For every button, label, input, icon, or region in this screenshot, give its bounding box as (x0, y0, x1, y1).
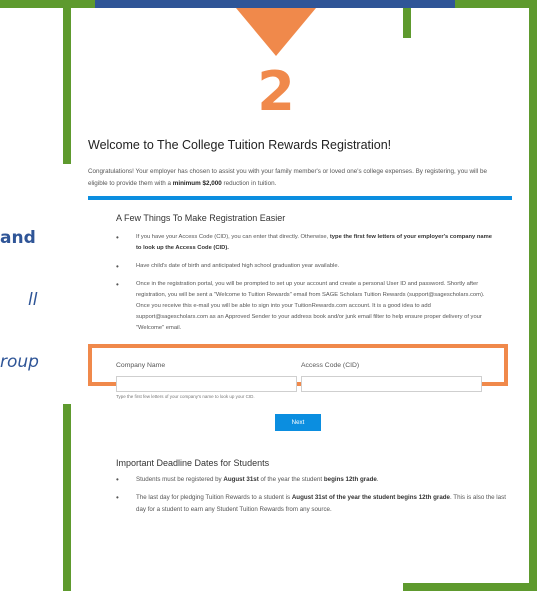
deadlines-heading: Important Deadline Dates for Students (116, 458, 270, 468)
list-item: The last day for pledging Tuition Reward… (116, 492, 508, 516)
side-text-group: roup (0, 352, 39, 372)
company-name-label: Company Name (116, 362, 166, 369)
frame-line-right (529, 8, 537, 591)
few-things-heading: A Few Things To Make Registration Easier (116, 213, 286, 223)
company-name-input[interactable] (116, 376, 297, 392)
company-hint-text: Type the first few letters of your compa… (116, 394, 255, 399)
intro-text: Congratulations! Your employer has chose… (88, 168, 487, 187)
list-item: Once in the registration portal, you wil… (116, 279, 494, 334)
side-text-ll: ll (28, 290, 38, 310)
down-arrow-icon (236, 8, 316, 56)
list-item: Have child's date of birth and anticipat… (116, 261, 494, 272)
next-button[interactable]: Next (275, 414, 321, 431)
frame-line-bottom (403, 583, 537, 591)
few-things-list: If you have your Access Code (CID), you … (116, 232, 494, 341)
top-banner-green-left (0, 0, 95, 8)
list-item: If you have your Access Code (CID), you … (116, 232, 494, 254)
page-title: Welcome to The College Tuition Rewards R… (88, 138, 392, 152)
access-code-input[interactable] (301, 376, 482, 392)
side-text-and: and (0, 228, 36, 248)
frame-line-left-bottom (63, 404, 71, 591)
top-banner-green-right (455, 0, 537, 8)
step-number: 2 (257, 60, 295, 123)
access-code-label: Access Code (CID) (301, 362, 360, 369)
panel-top-accent (88, 196, 512, 200)
frame-line-left-top (63, 8, 71, 164)
frame-line-top-left (403, 8, 411, 38)
deadlines-list: Students must be registered by August 31… (116, 474, 508, 522)
list-item: Students must be registered by August 31… (116, 474, 508, 486)
